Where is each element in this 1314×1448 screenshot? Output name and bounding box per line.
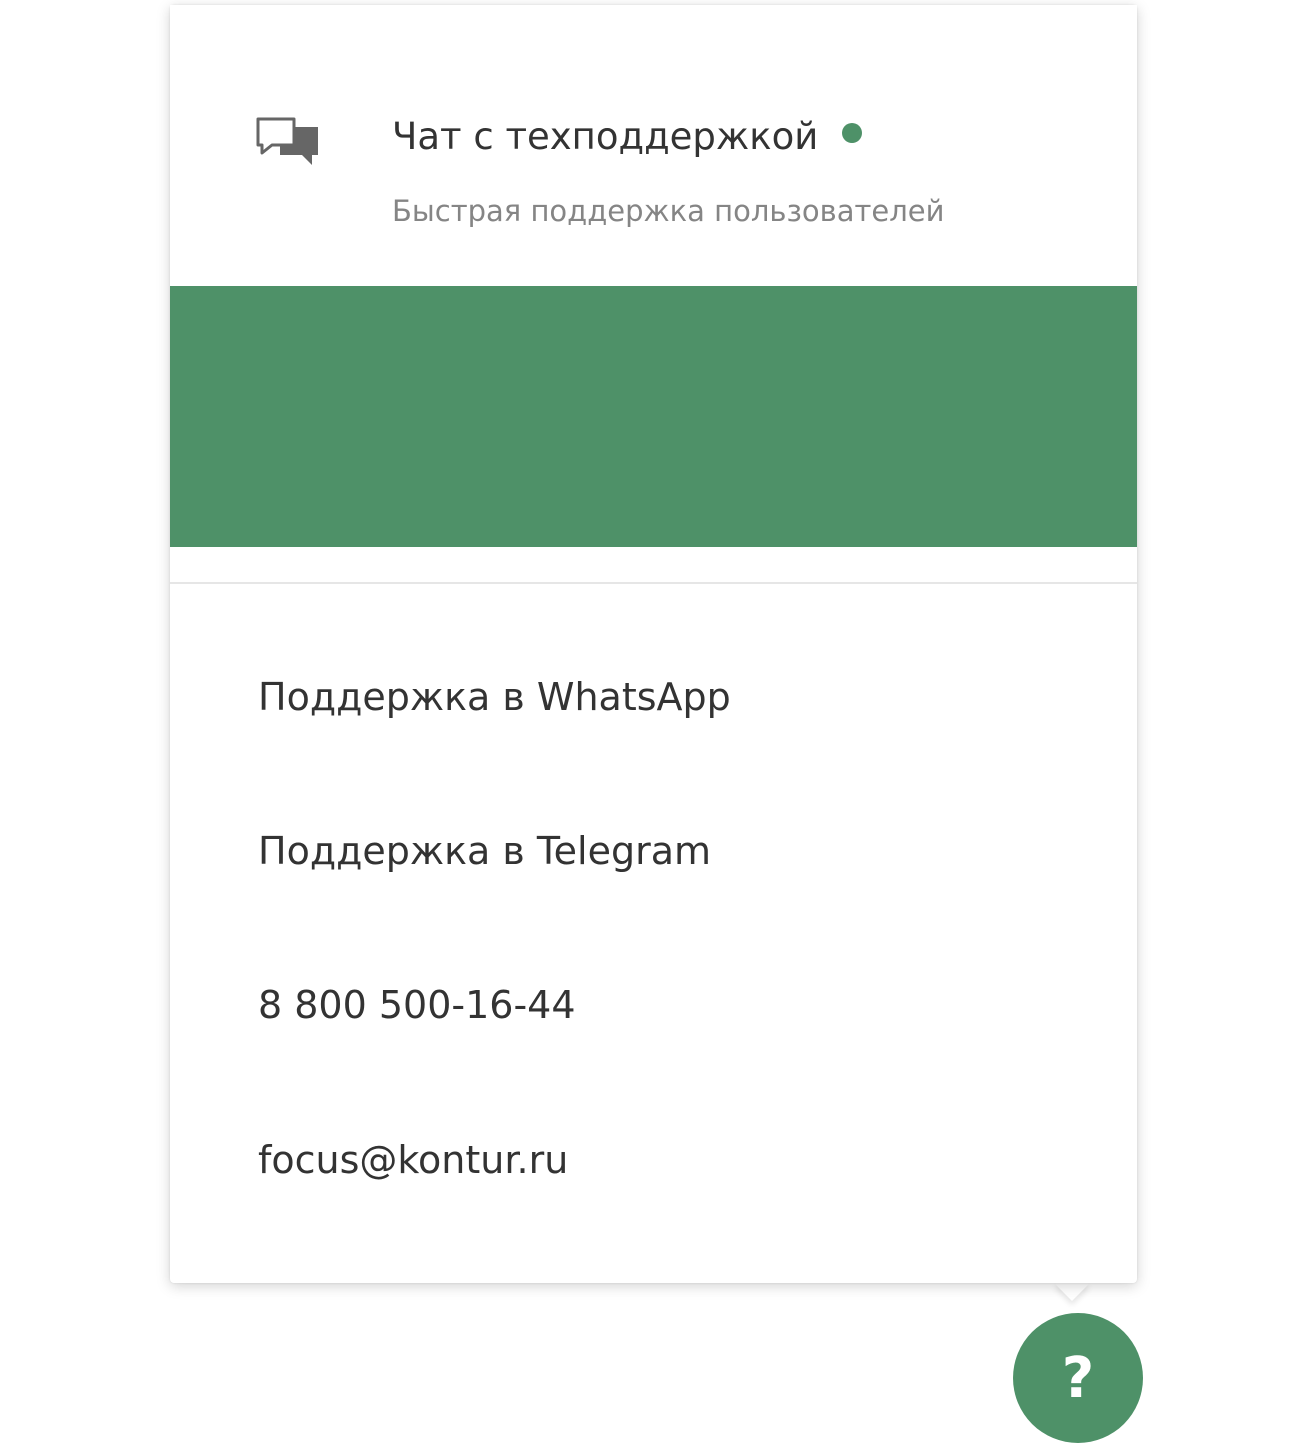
ask-expert-item[interactable]: Вопрос эксперту Подскажем способы решени… bbox=[170, 286, 1137, 771]
help-button[interactable]: ? bbox=[1013, 1313, 1143, 1443]
online-status-dot bbox=[842, 123, 863, 143]
chat-support-subtitle: Быстрая поддержка пользователей bbox=[392, 194, 945, 228]
menu-divider bbox=[170, 582, 1137, 584]
chat-bubbles-icon bbox=[256, 117, 320, 173]
whatsapp-support-link[interactable]: Поддержка в WhatsApp bbox=[258, 675, 731, 719]
telegram-support-link[interactable]: Поддержка в Telegram bbox=[258, 829, 711, 873]
glasses-icon bbox=[256, 624, 330, 658]
email-link[interactable]: focus@kontur.ru bbox=[258, 1138, 568, 1182]
ask-expert-title: Вопрос эксперту bbox=[392, 611, 720, 654]
phone-number-link[interactable]: 8 800 500-16-44 bbox=[258, 983, 576, 1027]
support-popup: Чат с техподдержкой Быстрая поддержка по… bbox=[170, 5, 1137, 1283]
popup-pointer-cover bbox=[1050, 1262, 1096, 1282]
chat-support-title: Чат с техподдержкой bbox=[392, 115, 863, 158]
chat-support-item[interactable]: Чат с техподдержкой Быстрая поддержка по… bbox=[170, 5, 1137, 286]
